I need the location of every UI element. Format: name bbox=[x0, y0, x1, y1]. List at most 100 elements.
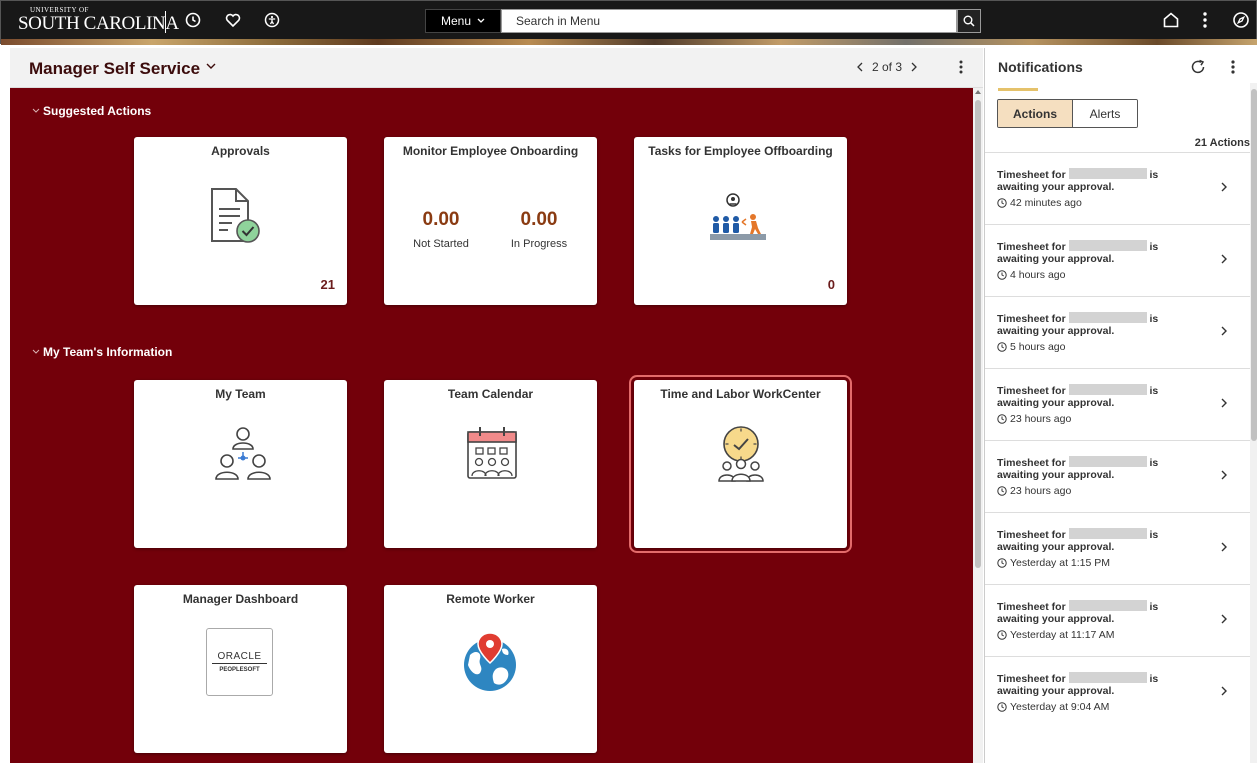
message-suffix: is bbox=[1149, 241, 1159, 253]
menu-button[interactable]: Menu bbox=[425, 9, 501, 33]
approvals-tile[interactable]: Approvals 21 bbox=[134, 137, 347, 305]
previous-page-icon[interactable] bbox=[856, 62, 864, 72]
accessibility-icon[interactable] bbox=[261, 9, 283, 31]
notifications-panel: Notifications Actions Alerts 21 Actions … bbox=[984, 48, 1257, 763]
list-item[interactable]: Timesheet for is awaiting your approval. … bbox=[985, 512, 1250, 584]
remote-worker-tile[interactable]: Remote Worker bbox=[384, 585, 597, 753]
message-line2: awaiting your approval. bbox=[997, 181, 1115, 193]
list-item[interactable]: Timesheet for is awaiting your approval. … bbox=[985, 296, 1250, 368]
notification-message: Timesheet for is awaiting your approval. bbox=[997, 600, 1197, 625]
not-started-stat: 0.00 Not Started bbox=[406, 209, 476, 250]
clock-icon bbox=[997, 486, 1007, 496]
scrollbar-thumb[interactable] bbox=[975, 100, 981, 568]
message-prefix: Timesheet for bbox=[997, 601, 1066, 613]
section-suggested-actions[interactable]: Suggested Actions bbox=[32, 104, 151, 118]
message-suffix: is bbox=[1149, 529, 1159, 541]
list-item[interactable]: Timesheet for is awaiting your approval. … bbox=[985, 440, 1250, 512]
notification-time: Yesterday at 1:15 PM bbox=[997, 557, 1110, 569]
manager-dashboard-tile[interactable]: Manager Dashboard ORACLE PEOPLESOFT bbox=[134, 585, 347, 753]
notification-list: Timesheet for is awaiting your approval. … bbox=[985, 152, 1250, 728]
section-my-team-information[interactable]: My Team's Information bbox=[32, 345, 172, 359]
tab-actions[interactable]: Actions bbox=[998, 100, 1073, 127]
chevron-right-icon bbox=[1221, 614, 1227, 624]
search-icon bbox=[963, 15, 975, 27]
time-text: Yesterday at 11:17 AM bbox=[1010, 629, 1115, 641]
team-calendar-tile[interactable]: Team Calendar bbox=[384, 380, 597, 548]
logo-text: ORACLE bbox=[217, 651, 262, 662]
stat-value: 0.00 bbox=[520, 209, 558, 230]
time-text: Yesterday at 1:15 PM bbox=[1010, 557, 1111, 569]
message-suffix: is bbox=[1149, 601, 1159, 613]
notification-message: Timesheet for is awaiting your approval. bbox=[997, 528, 1197, 553]
my-team-tile[interactable]: My Team bbox=[134, 380, 347, 548]
team-hierarchy-icon bbox=[215, 427, 271, 480]
university-logo[interactable]: UNIVERSITY OF SOUTH CAROLINA bbox=[18, 7, 179, 34]
redacted-name bbox=[1068, 168, 1147, 179]
chevron-down-icon[interactable] bbox=[206, 62, 216, 70]
more-vert-icon[interactable] bbox=[1230, 59, 1236, 75]
message-suffix: is bbox=[1149, 457, 1159, 469]
notifications-scrollbar[interactable] bbox=[1250, 83, 1257, 763]
time-text: 5 hours ago bbox=[1010, 341, 1066, 353]
scrollbar-thumb[interactable] bbox=[1251, 89, 1257, 441]
page-pager: 2 of 3 bbox=[856, 60, 918, 74]
list-item[interactable]: Timesheet for is awaiting your approval. … bbox=[985, 224, 1250, 296]
favorites-icon[interactable] bbox=[222, 9, 244, 31]
search-box bbox=[501, 9, 957, 33]
tile-title: Tasks for Employee Offboarding bbox=[648, 144, 833, 158]
notification-time: 42 minutes ago bbox=[997, 197, 1082, 209]
message-prefix: Timesheet for bbox=[997, 241, 1066, 253]
time-text: 23 hours ago bbox=[1010, 485, 1072, 497]
stat-value: 0.00 bbox=[422, 209, 460, 230]
canvas-scrollbar[interactable] bbox=[973, 88, 983, 763]
message-suffix: is bbox=[1149, 169, 1159, 181]
message-suffix: is bbox=[1149, 673, 1159, 685]
stat-label: In Progress bbox=[510, 238, 568, 250]
time-text: Yesterday at 9:04 AM bbox=[1010, 701, 1110, 713]
redacted-name bbox=[1068, 600, 1147, 611]
redacted-name bbox=[1068, 312, 1147, 323]
header-divider bbox=[165, 11, 166, 33]
notification-time: 23 hours ago bbox=[997, 413, 1071, 425]
time-and-labor-workcenter-tile[interactable]: Time and Labor WorkCenter bbox=[629, 375, 852, 553]
onboarding-tile[interactable]: Monitor Employee Onboarding 0.00 Not Sta… bbox=[384, 137, 597, 305]
next-page-icon[interactable] bbox=[910, 62, 918, 72]
search-input[interactable] bbox=[502, 10, 956, 32]
navigator-icon[interactable] bbox=[1230, 9, 1252, 31]
chevron-down-icon bbox=[32, 349, 40, 354]
notifications-title: Notifications bbox=[998, 59, 1083, 75]
search-button[interactable] bbox=[957, 9, 981, 33]
list-item[interactable]: Timesheet for is awaiting your approval. … bbox=[985, 584, 1250, 656]
message-line2: awaiting your approval. bbox=[997, 541, 1115, 553]
chevron-right-icon bbox=[1221, 326, 1227, 336]
message-prefix: Timesheet for bbox=[997, 673, 1066, 685]
list-item[interactable]: Timesheet for is awaiting your approval. … bbox=[985, 656, 1250, 728]
tile-title: Monitor Employee Onboarding bbox=[402, 144, 579, 158]
page-title[interactable]: Manager Self Service bbox=[29, 59, 200, 79]
scroll-up-icon[interactable] bbox=[974, 89, 982, 95]
tab-alerts[interactable]: Alerts bbox=[1073, 100, 1137, 127]
clock-icon bbox=[997, 558, 1007, 568]
home-icon[interactable] bbox=[1160, 9, 1182, 31]
actions-count: 21 Actions bbox=[1194, 137, 1250, 149]
logo-divider bbox=[212, 663, 267, 664]
chevron-right-icon bbox=[1221, 398, 1227, 408]
globe-location-icon bbox=[464, 632, 516, 691]
title-accent-bar bbox=[998, 88, 1038, 91]
chevron-right-icon bbox=[1221, 470, 1227, 480]
tile-title: Remote Worker bbox=[446, 592, 535, 606]
list-item[interactable]: Timesheet for is awaiting your approval. … bbox=[985, 368, 1250, 440]
refresh-icon[interactable] bbox=[1190, 59, 1206, 75]
page-actions-icon[interactable] bbox=[958, 59, 964, 75]
pager-text: 2 of 3 bbox=[872, 60, 903, 74]
offboarding-tile[interactable]: Tasks for Employee Offboarding 0 bbox=[634, 137, 847, 305]
chevron-down-icon bbox=[477, 18, 485, 23]
redacted-name bbox=[1068, 240, 1147, 251]
chevron-right-icon bbox=[1221, 686, 1227, 696]
list-item[interactable]: Timesheet for is awaiting your approval. … bbox=[985, 152, 1250, 224]
more-vert-icon[interactable] bbox=[1194, 9, 1216, 31]
message-line2: awaiting your approval. bbox=[997, 253, 1115, 265]
approvals-count: 21 bbox=[320, 277, 335, 292]
global-header: UNIVERSITY OF SOUTH CAROLINA Menu bbox=[0, 0, 1257, 45]
recent-icon[interactable] bbox=[182, 9, 204, 31]
